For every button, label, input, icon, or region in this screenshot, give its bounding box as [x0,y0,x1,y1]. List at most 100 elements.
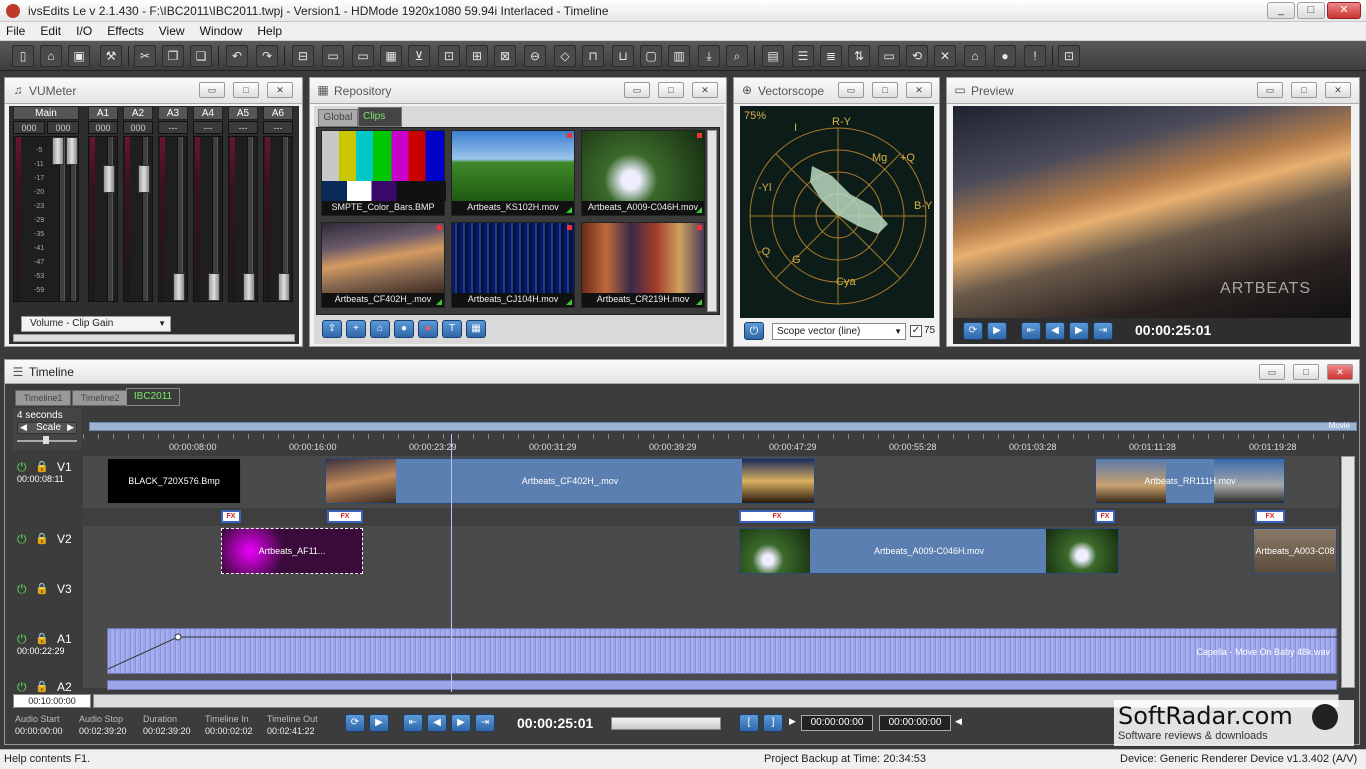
trim-left-icon[interactable]: ▭ [322,45,344,67]
scale-right-icon[interactable]: ▶ [67,422,74,433]
fullscreen-icon[interactable]: ⊡ [1058,45,1080,67]
preview-maximize-button[interactable]: □ [1291,82,1317,98]
record-icon[interactable]: ● [994,45,1016,67]
repo-text-icon[interactable]: T [442,320,462,338]
scope-mode-select[interactable]: Scope vector (line) ▼ [772,323,906,340]
split-icon[interactable]: ⊟ [292,45,314,67]
menu-edit[interactable]: Edit [34,22,67,40]
vectorscope-close-button[interactable]: ✕ [906,82,932,98]
repo-record-icon[interactable]: ● [394,320,414,338]
audio-clip-a1[interactable]: Capella - Move On Baby 48k.wav [107,628,1338,674]
volume-mode-dropdown[interactable]: Volume - Clip Gain ▼ [21,316,171,332]
redo-icon[interactable]: ↷ [256,45,278,67]
track-a2-power-icon[interactable]: ⏻ [17,680,27,695]
vu-fader-a3[interactable] [173,273,185,301]
copy-icon[interactable]: ❐ [162,45,184,67]
timeline-start-icon[interactable]: ⇤ [403,714,423,732]
import-icon[interactable]: ⤓ [698,45,720,67]
vu-fader-a6[interactable] [278,273,290,301]
repository-close-button[interactable]: ✕ [692,82,718,98]
repository-minimize-button[interactable]: ▭ [624,82,650,98]
repo-folder-icon[interactable]: ⌂ [370,320,390,338]
scale-left-icon[interactable]: ◀ [20,422,27,433]
sort-icon[interactable]: ⇅ [848,45,870,67]
tools-icon[interactable]: ✕ [934,45,956,67]
vu-fader-main-right[interactable] [66,137,78,165]
vumeter-maximize-button[interactable]: □ [233,82,259,98]
track-v1-lock-icon[interactable]: 🔒 [35,460,49,473]
preview-close-button[interactable]: ✕ [1325,82,1351,98]
clip-thumb-cf402h[interactable]: Artbeats_CF402H_.mov [321,222,445,308]
fx-transition[interactable]: FX [221,510,241,523]
timeline-close-button[interactable]: ✕ [1327,364,1353,380]
film-icon[interactable]: ▥ [668,45,690,67]
clip-thumb-a009[interactable]: Artbeats_A009-C046H.mov [581,130,705,216]
zoom-time-field[interactable]: 00:10:00:00 [13,694,91,708]
vectorscope-minimize-button[interactable]: ▭ [838,82,864,98]
vectorscope-power-icon[interactable]: ⏻ [744,322,764,340]
timeline-minimize-button[interactable]: ▭ [1259,364,1285,380]
vumeter-close-button[interactable]: ✕ [267,82,293,98]
preview-start-icon[interactable]: ⇤ [1021,322,1041,340]
extract-icon[interactable]: ⊠ [494,45,516,67]
timeline-maximize-button[interactable]: □ [1293,364,1319,380]
grid-icon[interactable]: ▦ [380,45,402,67]
clip-a009[interactable]: Artbeats_A009-C046H.mov [739,528,1119,574]
sync-icon[interactable]: ⟲ [906,45,928,67]
track-v2-power-icon[interactable]: ⏻ [17,532,27,547]
scope-75-checkbox[interactable]: ✓ [910,325,922,337]
timeline-step-forward-icon[interactable]: ▶ [451,714,471,732]
menu-io[interactable]: I/O [70,22,98,40]
repo-add-icon[interactable]: + [346,320,366,338]
clip-rr111h[interactable]: Artbeats_RR111H.mov [1095,458,1285,504]
fx-transition[interactable]: FX [1255,510,1285,523]
clip-thumb-ks102h[interactable]: Artbeats_KS102H.mov [451,130,575,216]
vu-fader-a1[interactable] [103,165,115,193]
maximize-button[interactable]: □ [1297,2,1325,19]
playhead[interactable] [451,434,452,692]
time-ruler[interactable]: 00:00:08:00 00:00:16:00 00:00:23:29 00:0… [83,434,1357,454]
unlink-icon[interactable]: ◇ [554,45,576,67]
preview-end-icon[interactable]: ⇥ [1093,322,1113,340]
audio-clip-a2[interactable] [107,680,1337,690]
vumeter-minimize-button[interactable]: ▭ [199,82,225,98]
menu-help[interactable]: Help [251,22,288,40]
repo-capture-icon[interactable]: ● [418,320,438,338]
alert-icon[interactable]: ! [1024,45,1046,67]
link-icon[interactable]: ⊖ [524,45,546,67]
layout-icon[interactable]: ▤ [762,45,784,67]
track-v1-power-icon[interactable]: ⏻ [17,460,27,475]
trim-right-icon[interactable]: ▭ [352,45,374,67]
vumeter-scrollbar[interactable] [13,334,295,342]
settings-wrench-icon[interactable]: ⚒ [100,45,122,67]
track-v3-lock-icon[interactable]: 🔒 [35,582,49,595]
track-v2-lock-icon[interactable]: 🔒 [35,532,49,545]
preview-loop-icon[interactable]: ⟳ [963,322,983,340]
undo-icon[interactable]: ↶ [226,45,248,67]
open-icon[interactable]: ⌂ [40,45,62,67]
vu-fader-a4[interactable] [208,273,220,301]
menu-file[interactable]: File [0,22,31,40]
clip-a003[interactable]: Artbeats_A003-C08 [1253,528,1337,574]
minimize-button[interactable]: _ [1267,2,1295,19]
preview-play-icon[interactable]: ▶ [987,322,1007,340]
track-a1-power-icon[interactable]: ⏻ [17,632,27,647]
track-v3-power-icon[interactable]: ⏻ [17,582,27,597]
list-detail-icon[interactable]: ≣ [820,45,842,67]
scale-slider-thumb[interactable] [43,436,49,444]
menu-window[interactable]: Window [194,22,249,40]
tab-timeline2[interactable]: Timeline2 [72,390,128,406]
close-button[interactable]: ✕ [1327,2,1361,19]
lift-icon[interactable]: ⊞ [466,45,488,67]
list-icon[interactable]: ☰ [792,45,814,67]
vectorscope-maximize-button[interactable]: □ [872,82,898,98]
fx-transition[interactable]: FX [739,510,815,523]
zoom-icon[interactable]: ⌕ [726,45,748,67]
frame-icon[interactable]: ▢ [640,45,662,67]
clip-thumb-cj104h[interactable]: Artbeats_CJ104H.mov [451,222,575,308]
preview-step-forward-icon[interactable]: ▶ [1069,322,1089,340]
tab-clips[interactable]: Clips [358,107,402,127]
new-project-icon[interactable]: ▯ [12,45,34,67]
menu-view[interactable]: View [153,22,191,40]
paste-icon[interactable]: ❏ [190,45,212,67]
